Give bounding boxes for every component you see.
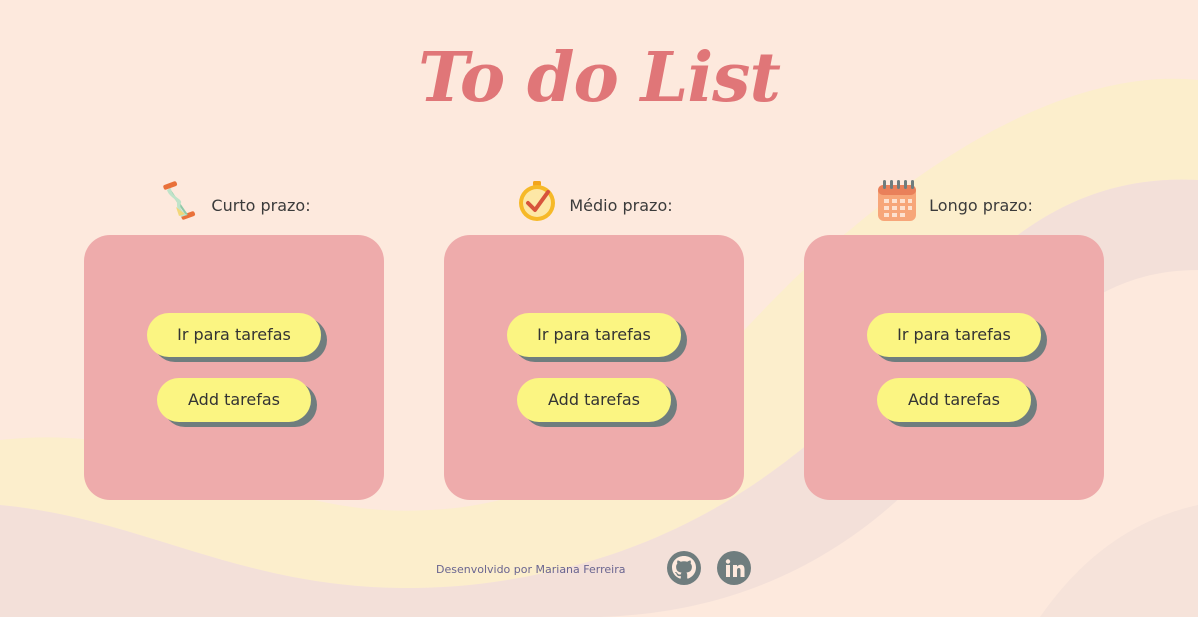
column-curto-prazo: Curto prazo: Ir para tarefas Add tarefas xyxy=(84,176,384,500)
add-tasks-button[interactable]: Add tarefas xyxy=(157,378,311,422)
linkedin-icon[interactable] xyxy=(716,550,752,586)
column-header: Curto prazo: xyxy=(84,176,384,226)
task-card: Ir para tarefas Add tarefas xyxy=(84,235,384,500)
go-to-tasks-button[interactable]: Ir para tarefas xyxy=(147,313,321,357)
calendar-icon xyxy=(878,180,917,221)
task-card: Ir para tarefas Add tarefas xyxy=(444,235,744,500)
column-longo-prazo: Longo prazo: Ir para tarefas Add tarefas xyxy=(804,176,1104,500)
developer-credit: Desenvolvido por Mariana Ferreira xyxy=(436,563,626,576)
page-title: To do List xyxy=(418,38,781,118)
hourglass-icon xyxy=(163,181,196,220)
column-heading: Médio prazo: xyxy=(569,195,673,215)
go-to-tasks-button[interactable]: Ir para tarefas xyxy=(867,313,1041,357)
add-tasks-button[interactable]: Add tarefas xyxy=(877,378,1031,422)
column-heading: Curto prazo: xyxy=(211,195,311,215)
column-medio-prazo: Médio prazo: Ir para tarefas Add tarefas xyxy=(444,176,744,500)
github-icon[interactable] xyxy=(666,550,702,586)
go-to-tasks-button[interactable]: Ir para tarefas xyxy=(507,313,681,357)
column-heading: Longo prazo: xyxy=(929,195,1033,215)
footer: Desenvolvido por Mariana Ferreira xyxy=(0,550,1198,586)
column-header: Médio prazo: xyxy=(444,176,744,226)
task-card: Ir para tarefas Add tarefas xyxy=(804,235,1104,500)
column-header: Longo prazo: xyxy=(804,176,1104,226)
clock-check-icon xyxy=(519,181,556,221)
add-tasks-button[interactable]: Add tarefas xyxy=(517,378,671,422)
